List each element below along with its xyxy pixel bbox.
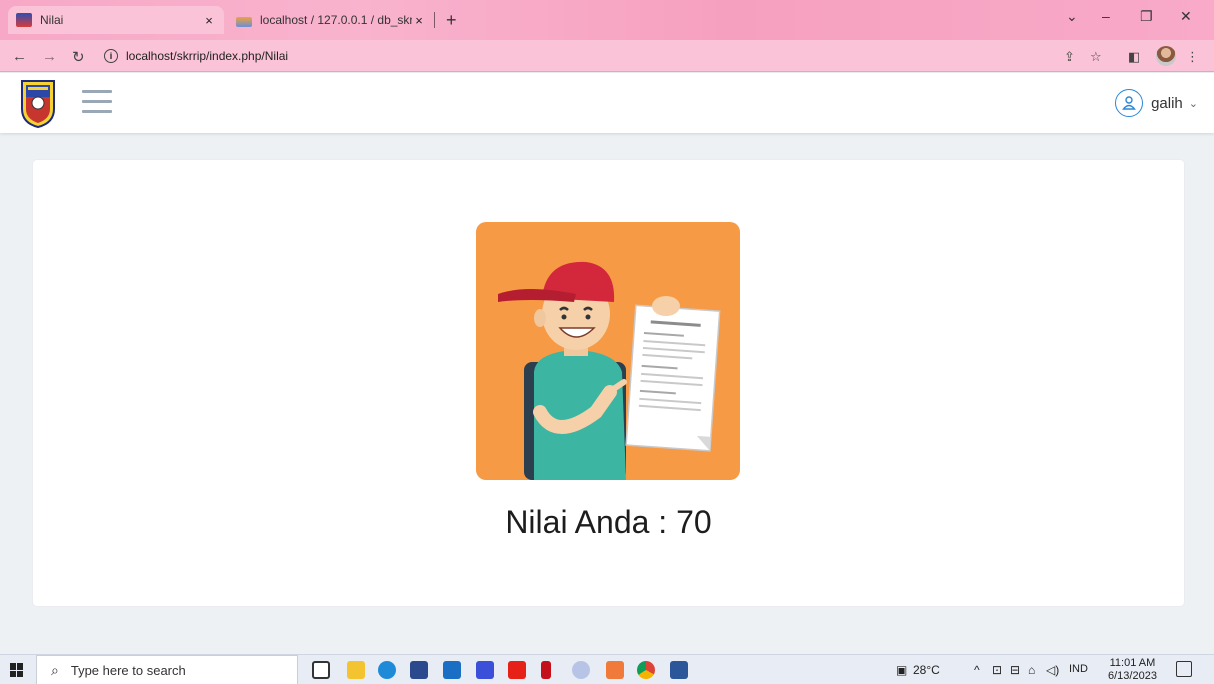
task-view-icon[interactable] — [312, 661, 330, 679]
browser-menu-icon[interactable]: ⋮ — [1186, 49, 1199, 65]
mail-icon[interactable] — [443, 661, 461, 679]
back-arrow-icon[interactable]: ← — [12, 48, 27, 65]
side-panel-icon[interactable]: ◧ — [1128, 49, 1140, 65]
taskbar-clock[interactable]: 11:01 AM 6/13/2023 — [1108, 657, 1157, 683]
file-explorer-icon[interactable] — [347, 661, 365, 679]
bookmark-star-icon[interactable]: ☆ — [1090, 49, 1102, 65]
browser-profile-avatar[interactable] — [1156, 46, 1176, 66]
address-bar-row: ← → ↻ i localhost/skrrip/index.php/Nilai… — [0, 40, 1214, 72]
url-text: localhost/skrrip/index.php/Nilai — [126, 49, 289, 63]
meet-now-icon[interactable]: ⊡ — [992, 663, 1002, 677]
windows-taskbar: ⌕ Type here to search ▣ 28°C ^ ⊡ ⊟ ⌂ ◁) … — [0, 654, 1214, 684]
edge-browser-icon[interactable] — [378, 661, 396, 679]
clock-date: 6/13/2023 — [1108, 670, 1157, 682]
vscode-like-app-icon[interactable] — [476, 661, 494, 679]
user-menu[interactable]: galih ⌄ — [1115, 89, 1198, 117]
hamburger-menu-icon[interactable] — [82, 90, 112, 116]
student-holding-paper-illustration — [476, 222, 740, 480]
windows-start-icon[interactable] — [10, 663, 24, 677]
search-placeholder: Type here to search — [70, 662, 186, 678]
nilai-favicon-icon — [16, 13, 32, 27]
forward-arrow-icon[interactable]: → — [42, 48, 57, 65]
tab-title: localhost / 127.0.0.1 / db_skripsi — [260, 13, 412, 27]
tab-phpmyadmin[interactable]: localhost / 127.0.0.1 / db_skripsi × — [228, 6, 434, 34]
app-header: galih ⌄ — [0, 73, 1214, 133]
tab-divider — [434, 12, 435, 28]
clock-time: 11:01 AM — [1109, 657, 1156, 669]
browser-tab-bar: Nilai × localhost / 127.0.0.1 / db_skrip… — [0, 0, 1214, 40]
weather-temp[interactable]: 28°C — [913, 663, 940, 677]
url-field[interactable]: i localhost/skrrip/index.php/Nilai — [104, 44, 1194, 68]
phpmyadmin-favicon-icon — [236, 17, 252, 27]
youtube-icon[interactable] — [508, 661, 526, 679]
close-window-button[interactable]: ✕ — [1180, 8, 1192, 25]
restore-button[interactable]: ❐ — [1140, 8, 1153, 25]
weather-icon[interactable]: ▣ — [896, 663, 907, 677]
close-tab-icon[interactable]: × — [202, 13, 216, 28]
netflix-icon[interactable] — [541, 661, 551, 679]
user-name: galih — [1151, 94, 1183, 112]
search-icon: ⌕ — [51, 661, 59, 678]
reload-icon[interactable]: ↻ — [72, 48, 85, 66]
tab-search-icon[interactable]: ⌄ — [1066, 8, 1078, 25]
chrome-icon[interactable] — [637, 661, 655, 679]
chevron-down-icon: ⌄ — [1188, 97, 1198, 110]
score-card: Nilai Anda : 70 — [33, 160, 1184, 606]
tab-nilai[interactable]: Nilai × — [8, 6, 224, 34]
share-icon[interactable]: ⇪ — [1064, 49, 1075, 65]
taskbar-search-input[interactable]: ⌕ Type here to search — [36, 655, 298, 684]
snipping-tool-icon[interactable] — [572, 661, 590, 679]
score-text: Nilai Anda : 70 — [505, 504, 712, 540]
chevron-up-icon[interactable]: ^ — [974, 663, 980, 677]
new-tab-button[interactable]: + — [446, 10, 457, 31]
store-icon[interactable] — [410, 661, 428, 679]
display-icon[interactable]: ⊟ — [1010, 663, 1020, 677]
word-icon[interactable] — [670, 661, 688, 679]
minimize-button[interactable]: – — [1102, 8, 1110, 24]
network-icon[interactable]: ⌂ — [1028, 663, 1035, 677]
volume-icon[interactable]: ◁) — [1046, 663, 1059, 677]
close-tab-icon[interactable]: × — [412, 13, 426, 28]
xampp-icon[interactable] — [606, 661, 624, 679]
language-indicator[interactable]: IND — [1069, 663, 1088, 675]
tab-title: Nilai — [40, 13, 64, 27]
user-avatar-icon — [1115, 89, 1144, 117]
notification-center-icon[interactable] — [1176, 661, 1192, 677]
site-info-icon[interactable]: i — [104, 49, 118, 63]
school-logo-icon — [21, 80, 55, 129]
